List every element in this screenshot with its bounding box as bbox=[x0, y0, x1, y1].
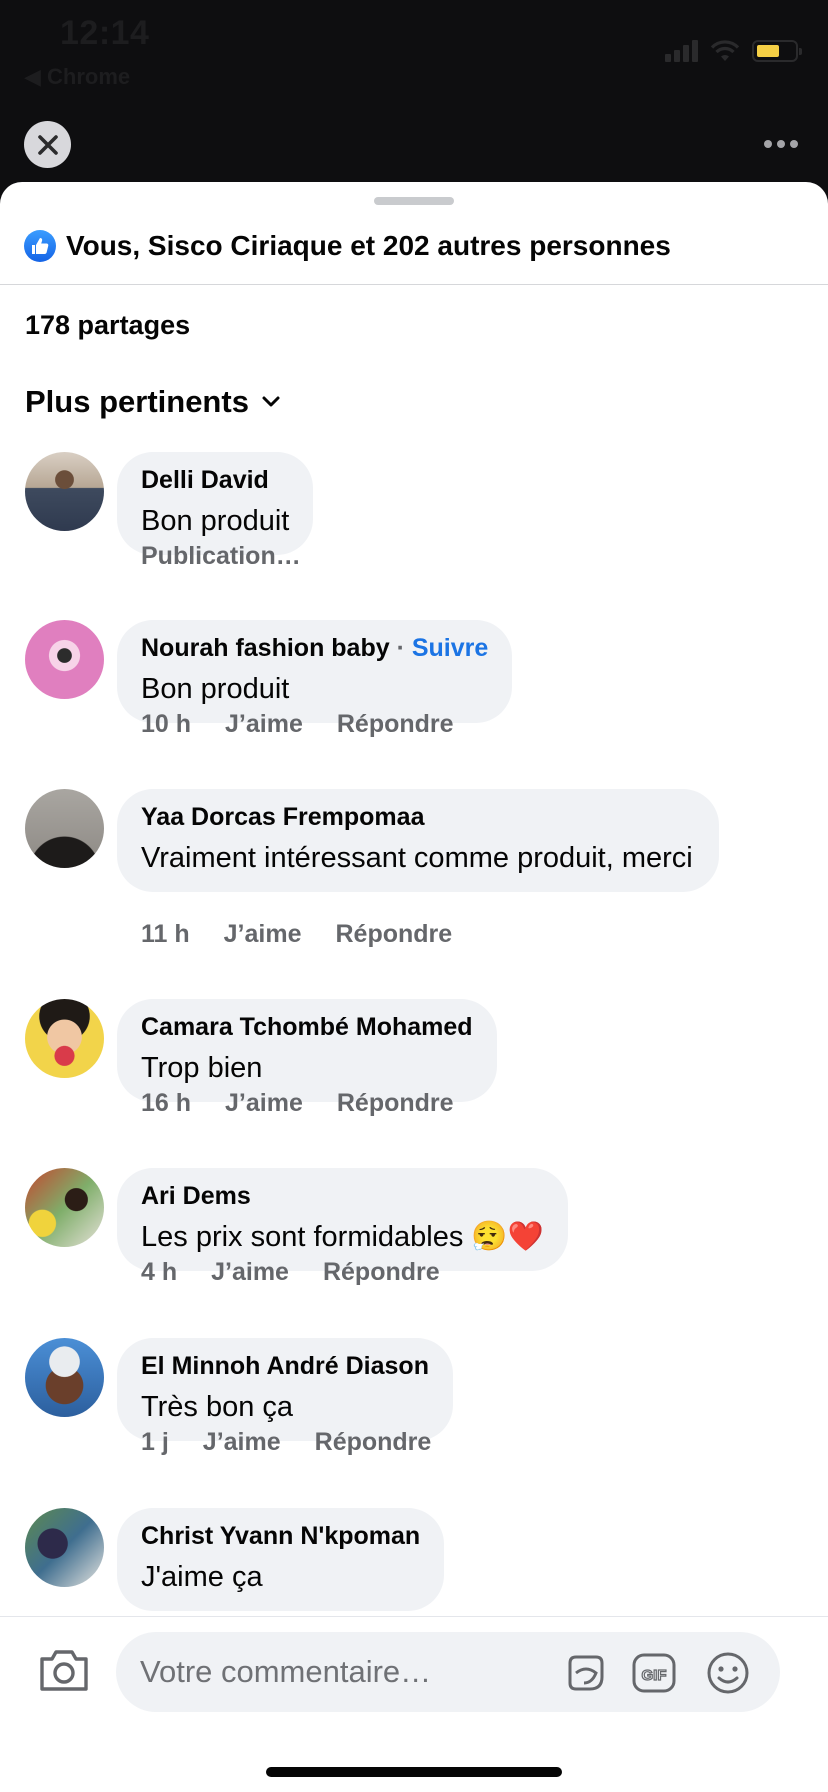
close-button[interactable] bbox=[24, 121, 71, 168]
comment-bubble[interactable]: Christ Yvann N'kpoman J'aime ça bbox=[117, 1508, 445, 1611]
like-button[interactable]: J’aime bbox=[211, 1258, 289, 1287]
signal-icon bbox=[665, 40, 698, 62]
comment-text: J'aime ça bbox=[141, 1561, 263, 1593]
reply-button[interactable]: Répondre bbox=[315, 1428, 432, 1457]
like-button[interactable]: J’aime bbox=[225, 710, 303, 739]
comment-author[interactable]: Delli David bbox=[141, 466, 289, 495]
comment-bubble[interactable]: Delli David Bon produit bbox=[117, 452, 314, 555]
comment-time: 4 h bbox=[141, 1258, 178, 1286]
shares-count[interactable]: 178 partages bbox=[25, 310, 190, 341]
follow-button[interactable]: Suivre bbox=[412, 634, 488, 662]
like-button[interactable]: J’aime bbox=[224, 920, 302, 949]
comment-time: 10 h bbox=[141, 710, 192, 738]
avatar[interactable] bbox=[25, 1168, 104, 1247]
wifi-icon bbox=[710, 40, 740, 61]
battery-icon bbox=[752, 40, 802, 62]
comment-bubble[interactable]: El Minnoh André Diason Très bon ça bbox=[117, 1338, 453, 1441]
reply-button[interactable]: Répondre bbox=[336, 920, 453, 949]
comment-meta: Publication… bbox=[141, 542, 301, 571]
avatar[interactable] bbox=[25, 620, 104, 699]
more-icon bbox=[764, 140, 772, 148]
sheet-grabber[interactable] bbox=[374, 197, 454, 205]
divider bbox=[0, 284, 828, 285]
comment-meta: 4 h J’aime Répondre bbox=[141, 1258, 440, 1287]
comment-author-row: Nourah fashion baby · Suivre bbox=[141, 634, 489, 662]
like-icon bbox=[24, 230, 56, 262]
gif-icon[interactable]: GIF bbox=[630, 1649, 678, 1697]
home-indicator[interactable] bbox=[266, 1767, 562, 1777]
comment-composer: GIF bbox=[0, 1616, 828, 1792]
comment-bubble[interactable]: Nourah fashion baby · Suivre Bon produit bbox=[117, 620, 513, 723]
comment-meta: 16 h J’aime Répondre bbox=[141, 1089, 454, 1118]
comment-bubble[interactable]: Ari Dems Les prix sont formidables 😮‍💨❤️ bbox=[117, 1168, 568, 1271]
comment-text: Bon produit bbox=[141, 673, 290, 705]
comment-input-pill[interactable]: GIF bbox=[116, 1632, 780, 1712]
comment-author[interactable]: Camara Tchombé Mohamed bbox=[141, 1013, 473, 1042]
like-button[interactable]: J’aime bbox=[225, 1089, 303, 1118]
back-to-app-link[interactable]: ◀ Chrome bbox=[24, 64, 130, 90]
comment-text: Très bon ça bbox=[141, 1391, 294, 1423]
reply-button[interactable]: Répondre bbox=[323, 1258, 440, 1287]
comment-text: Les prix sont formidables 😮‍💨❤️ bbox=[141, 1221, 544, 1253]
comment-text: Bon produit bbox=[141, 505, 290, 537]
comment-bubble[interactable]: Camara Tchombé Mohamed Trop bien bbox=[117, 999, 497, 1102]
close-icon bbox=[37, 134, 58, 155]
comment-author[interactable]: Nourah fashion baby bbox=[141, 634, 390, 662]
sort-dropdown[interactable]: Plus pertinents bbox=[25, 384, 281, 420]
avatar[interactable] bbox=[25, 1508, 104, 1587]
status-icons bbox=[665, 36, 802, 62]
comment-time: 11 h bbox=[141, 920, 190, 948]
comment-meta: 10 h J’aime Répondre bbox=[141, 710, 454, 739]
comments-sheet: Vous, Sisco Ciriaque et 202 autres perso… bbox=[0, 182, 828, 1792]
reactions-summary[interactable]: Vous, Sisco Ciriaque et 202 autres perso… bbox=[24, 226, 671, 266]
comment-status: Publication… bbox=[141, 542, 301, 570]
avatar[interactable] bbox=[25, 452, 104, 531]
more-options-button[interactable] bbox=[764, 140, 798, 148]
status-time: 12:14 bbox=[60, 14, 150, 52]
reply-button[interactable]: Répondre bbox=[337, 1089, 454, 1118]
comment-meta: 1 j J’aime Répondre bbox=[141, 1428, 431, 1457]
reactions-text: Vous, Sisco Ciriaque et 202 autres perso… bbox=[66, 230, 671, 261]
sort-label: Plus pertinents bbox=[25, 384, 249, 419]
emoji-icon[interactable] bbox=[704, 1649, 752, 1697]
comment-text: Trop bien bbox=[141, 1052, 263, 1084]
avatar[interactable] bbox=[25, 999, 104, 1078]
comment-meta: 11 h J’aime Répondre bbox=[141, 920, 452, 949]
comment-author[interactable]: El Minnoh André Diason bbox=[141, 1352, 429, 1381]
comment-author[interactable]: Yaa Dorcas Frempomaa bbox=[141, 803, 695, 832]
svg-text:GIF: GIF bbox=[642, 1667, 667, 1684]
status-bar: 12:14 ◀ Chrome bbox=[0, 0, 828, 100]
comment-time: 16 h bbox=[141, 1089, 192, 1117]
comment-author[interactable]: Ari Dems bbox=[141, 1182, 544, 1211]
like-button[interactable]: J’aime bbox=[203, 1428, 281, 1457]
comment-input[interactable] bbox=[140, 1650, 560, 1694]
camera-icon[interactable] bbox=[38, 1647, 90, 1693]
comment-time: 1 j bbox=[141, 1428, 169, 1456]
comment-bubble[interactable]: Yaa Dorcas Frempomaa Vraiment intéressan… bbox=[117, 789, 719, 892]
reply-button[interactable]: Répondre bbox=[337, 710, 454, 739]
chevron-down-icon bbox=[262, 396, 280, 407]
avatar[interactable] bbox=[25, 1338, 104, 1417]
comment-author[interactable]: Christ Yvann N'kpoman bbox=[141, 1522, 420, 1551]
avatar[interactable] bbox=[25, 789, 104, 868]
comment-text: Vraiment intéressant comme produit, merc… bbox=[141, 842, 693, 874]
sticker-icon[interactable] bbox=[562, 1649, 610, 1697]
